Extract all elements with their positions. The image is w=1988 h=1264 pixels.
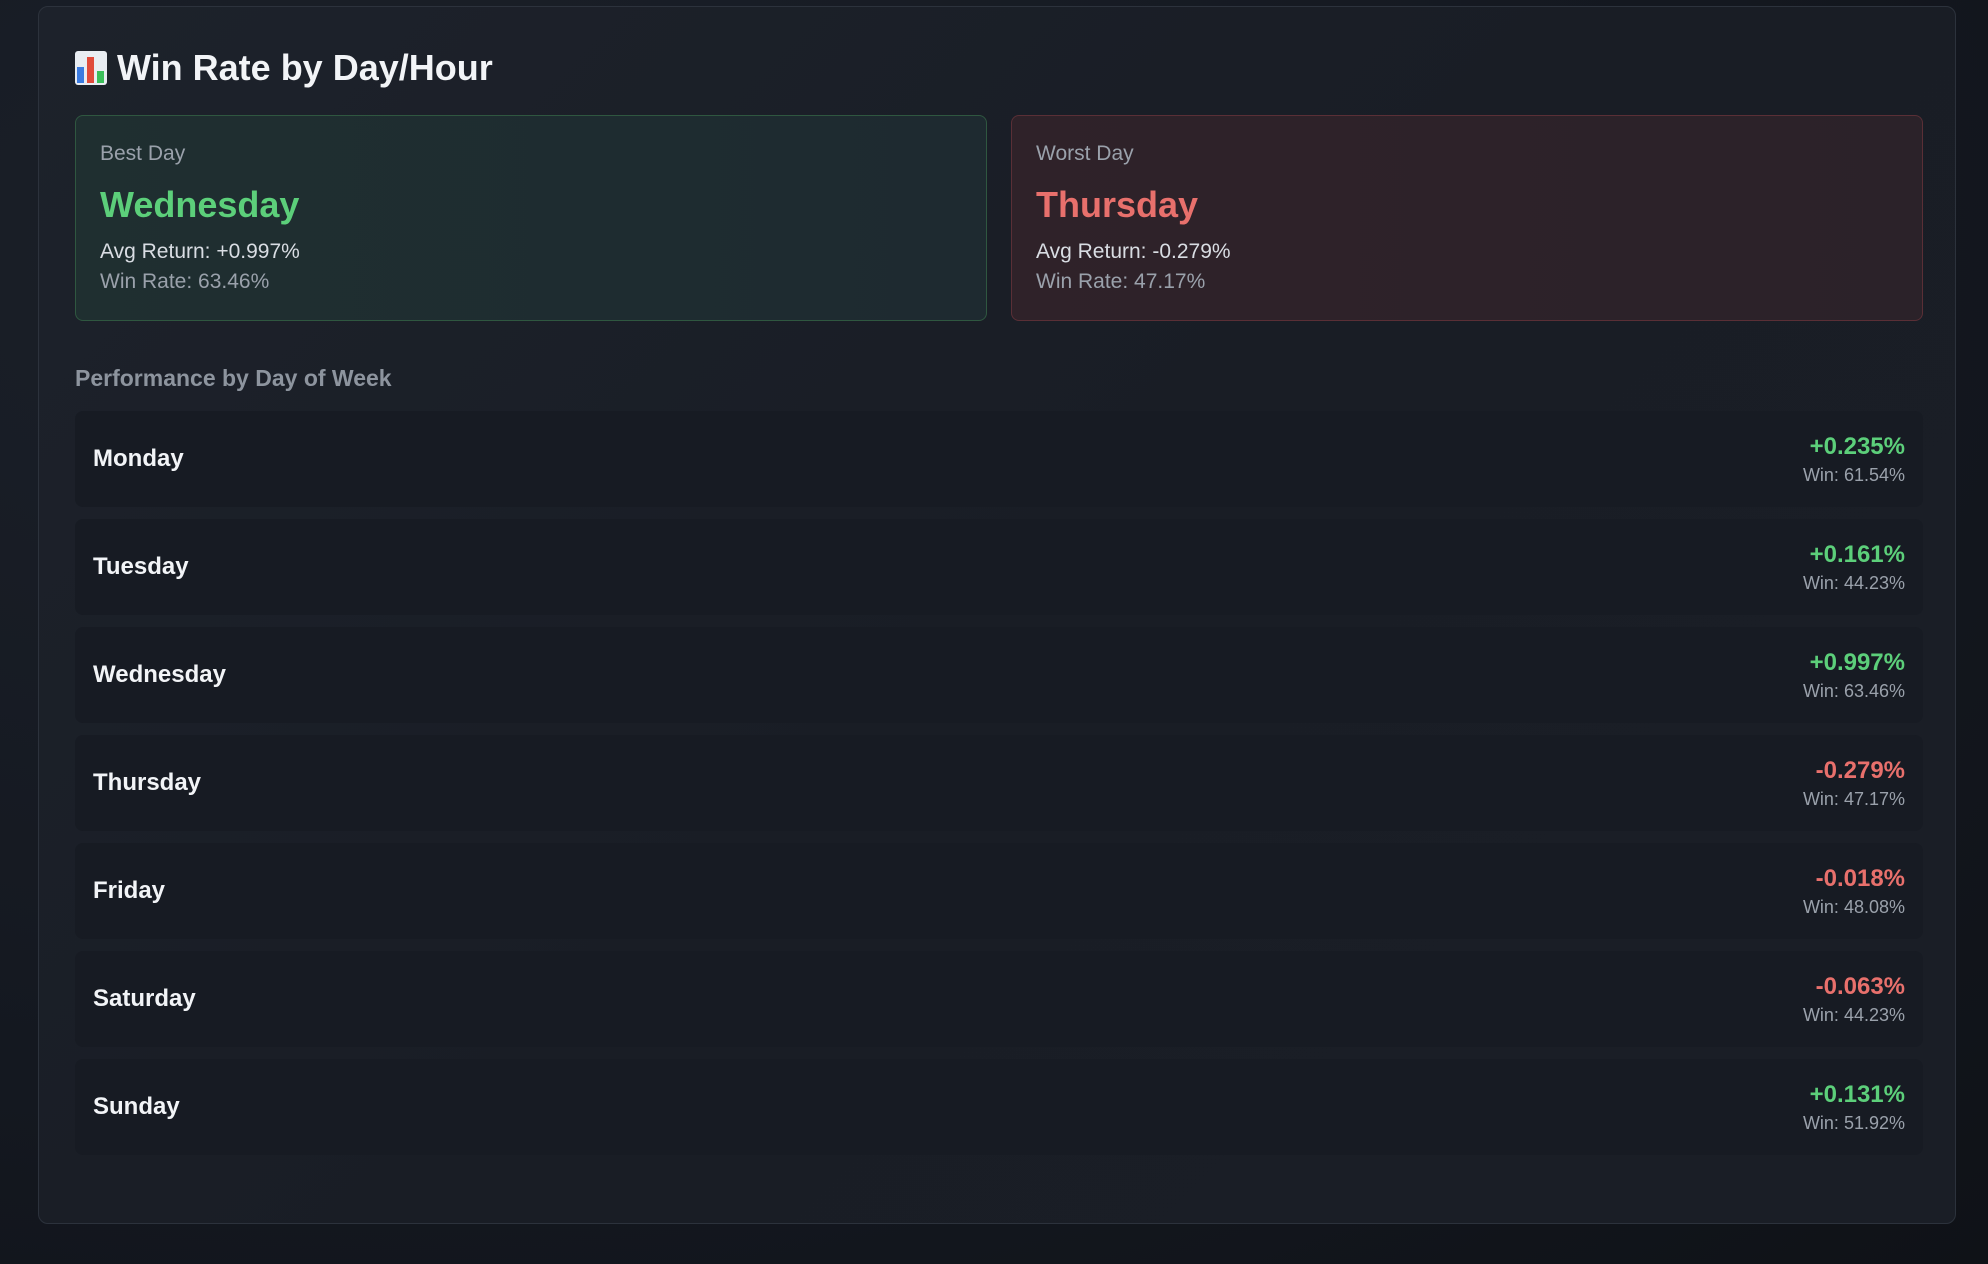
worst-day-name: Thursday <box>1036 184 1199 225</box>
day-row-thursday: Thursday -0.279% Win: 47.17% <box>75 735 1923 831</box>
row-stats: -0.018% Win: 48.08% <box>1803 865 1905 918</box>
worst-day-win-rate: Win Rate: 47.17% <box>1036 270 1206 293</box>
section-heading: Performance by Day of Week <box>75 365 392 391</box>
day-row-sunday: Sunday +0.131% Win: 51.92% <box>75 1059 1923 1155</box>
row-avg-return: +0.997% <box>1809 648 1905 676</box>
win-rate-panel: Win Rate by Day/Hour Best Day Wednesday … <box>38 6 1956 1224</box>
row-win-rate: Win: 44.23% <box>1802 1004 1905 1025</box>
row-day-label: Friday <box>93 877 166 904</box>
best-day-card: Best Day Wednesday Avg Return: +0.997% W… <box>75 115 987 321</box>
day-row-tuesday: Tuesday +0.161% Win: 44.23% <box>75 519 1923 615</box>
row-win-rate: Win: 48.08% <box>1802 896 1905 917</box>
row-win-rate: Win: 47.17% <box>1802 788 1905 809</box>
row-win-rate: Win: 63.46% <box>1802 680 1905 701</box>
panel-title: Win Rate by Day/Hour <box>75 47 493 89</box>
row-stats: +0.235% Win: 61.54% <box>1803 433 1905 486</box>
row-avg-return: +0.131% <box>1809 1080 1905 1108</box>
worst-day-card: Worst Day Thursday Avg Return: -0.279% W… <box>1011 115 1923 321</box>
row-win-rate: Win: 61.54% <box>1802 464 1905 485</box>
row-avg-return: -0.018% <box>1815 864 1905 892</box>
best-day-win-rate: Win Rate: 63.46% <box>100 270 270 293</box>
row-stats: -0.279% Win: 47.17% <box>1803 757 1905 810</box>
bar-chart-icon <box>75 51 107 85</box>
best-day-avg-return: Avg Return: +0.997% <box>100 240 300 263</box>
worst-day-label: Worst Day <box>1036 142 1134 165</box>
day-row-monday: Monday +0.235% Win: 61.54% <box>75 411 1923 507</box>
row-stats: +0.131% Win: 51.92% <box>1803 1081 1905 1134</box>
best-day-name: Wednesday <box>100 184 300 225</box>
panel-title-text: Win Rate by Day/Hour <box>117 47 493 88</box>
row-day-label: Thursday <box>93 769 202 796</box>
day-of-week-list: Monday +0.235% Win: 61.54% Tuesday +0.16… <box>75 411 1923 1167</box>
row-avg-return: -0.063% <box>1815 972 1905 1000</box>
row-stats: +0.161% Win: 44.23% <box>1803 541 1905 594</box>
day-row-saturday: Saturday -0.063% Win: 44.23% <box>75 951 1923 1047</box>
best-day-label: Best Day <box>100 142 186 165</box>
day-row-friday: Friday -0.018% Win: 48.08% <box>75 843 1923 939</box>
row-day-label: Tuesday <box>93 553 189 580</box>
row-stats: +0.997% Win: 63.46% <box>1803 649 1905 702</box>
row-day-label: Saturday <box>93 985 196 1012</box>
row-win-rate: Win: 44.23% <box>1802 572 1905 593</box>
row-win-rate: Win: 51.92% <box>1802 1112 1905 1133</box>
row-day-label: Wednesday <box>93 661 226 688</box>
day-row-wednesday: Wednesday +0.997% Win: 63.46% <box>75 627 1923 723</box>
worst-day-avg-return: Avg Return: -0.279% <box>1036 240 1231 263</box>
row-avg-return: -0.279% <box>1815 756 1905 784</box>
row-avg-return: +0.235% <box>1809 432 1905 460</box>
row-stats: -0.063% Win: 44.23% <box>1803 973 1905 1026</box>
row-avg-return: +0.161% <box>1809 540 1905 568</box>
row-day-label: Monday <box>93 445 184 472</box>
row-day-label: Sunday <box>93 1093 180 1120</box>
